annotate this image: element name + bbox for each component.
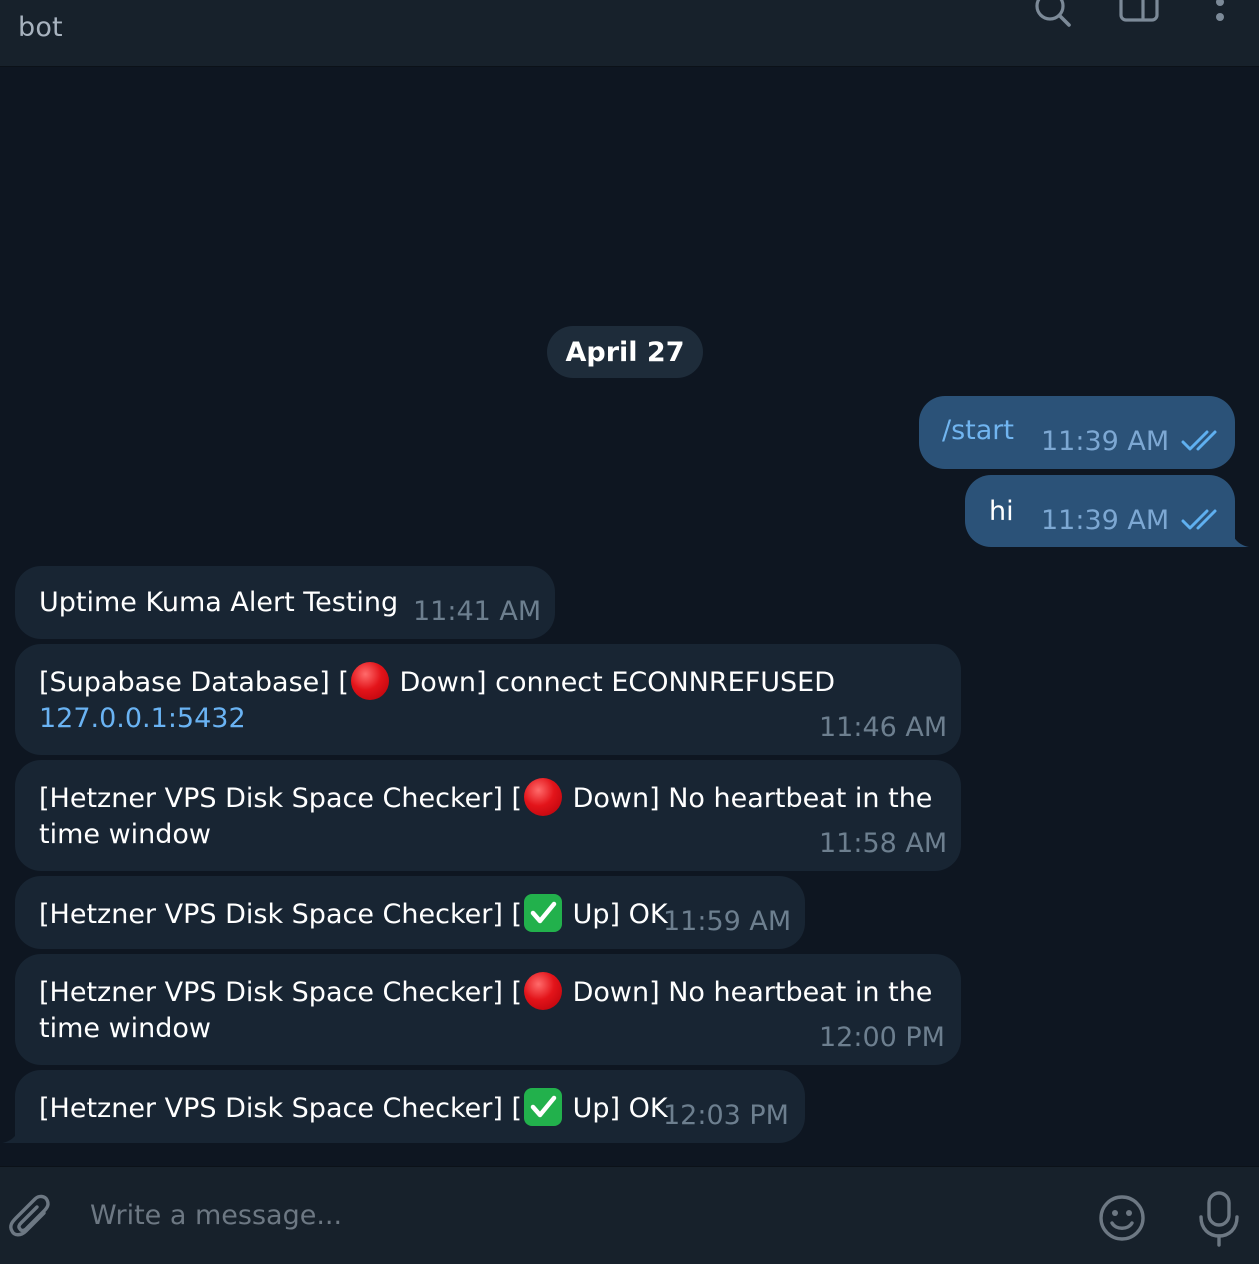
incoming-message[interactable]: [Hetzner VPS Disk Space Checker] [ Up] O… bbox=[15, 876, 805, 949]
incoming-message[interactable]: [Hetzner VPS Disk Space Checker] [ Down]… bbox=[15, 760, 961, 871]
emoji-icon[interactable] bbox=[1097, 1193, 1147, 1243]
message-time: 11:59 AM bbox=[663, 906, 792, 937]
more-vertical-icon[interactable] bbox=[1198, 0, 1242, 32]
chat-title[interactable]: bot bbox=[18, 12, 63, 43]
message-text[interactable]: /start bbox=[942, 412, 1014, 450]
red-circle-icon bbox=[523, 972, 562, 1010]
read-checkmarks-icon bbox=[1181, 430, 1217, 451]
incoming-message[interactable]: Uptime Kuma Alert Testing 11:41 AM bbox=[15, 566, 555, 639]
read-checkmarks-icon bbox=[1181, 509, 1217, 530]
bubble-tail bbox=[2, 1125, 20, 1143]
message-text[interactable]: [Hetzner VPS Disk Space Checker] [ Up] O… bbox=[39, 894, 668, 934]
chat-header: bot bbox=[0, 0, 1259, 67]
message-list[interactable]: April 27 /start 11:39 AM hi 11:39 AM Upt… bbox=[0, 67, 1259, 1165]
message-link[interactable]: 127.0.0.1:5432 bbox=[39, 700, 246, 738]
incoming-message[interactable]: [Hetzner VPS Disk Space Checker] [ Down]… bbox=[15, 954, 961, 1065]
message-time: 11:46 AM bbox=[819, 712, 948, 743]
check-mark-icon bbox=[523, 1088, 562, 1126]
message-time: 12:03 PM bbox=[663, 1100, 789, 1131]
message-text[interactable]: [Hetzner VPS Disk Space Checker] [ Down]… bbox=[39, 972, 932, 1012]
outgoing-message[interactable]: hi 11:39 AM bbox=[965, 475, 1235, 547]
message-time: 11:41 AM bbox=[413, 596, 542, 627]
message-composer bbox=[0, 1166, 1259, 1264]
message-time: 12:00 PM bbox=[819, 1022, 945, 1053]
red-circle-icon bbox=[350, 662, 389, 700]
paperclip-icon[interactable] bbox=[8, 1193, 56, 1243]
message-text-line2[interactable]: time window bbox=[39, 816, 211, 854]
message-time: 11:58 AM bbox=[819, 828, 948, 859]
date-separator: April 27 bbox=[547, 326, 703, 378]
microphone-icon[interactable] bbox=[1196, 1191, 1242, 1247]
incoming-message[interactable]: [Supabase Database] [ Down] connect ECON… bbox=[15, 644, 961, 755]
telegram-chat-window: bot April 27 /start 11:39 AM hi 11:39 AM… bbox=[0, 0, 1259, 1264]
message-text[interactable]: hi bbox=[989, 493, 1014, 531]
message-text[interactable]: [Hetzner VPS Disk Space Checker] [ Up] O… bbox=[39, 1088, 668, 1128]
outgoing-message[interactable]: /start 11:39 AM bbox=[919, 396, 1235, 469]
bubble-tail bbox=[1231, 529, 1249, 547]
check-mark-icon bbox=[523, 894, 562, 932]
incoming-message[interactable]: [Hetzner VPS Disk Space Checker] [ Up] O… bbox=[15, 1070, 805, 1143]
message-text[interactable]: Uptime Kuma Alert Testing bbox=[39, 584, 398, 622]
red-circle-icon bbox=[523, 778, 562, 816]
sidebar-toggle-icon[interactable] bbox=[1118, 0, 1162, 32]
message-text[interactable]: [Hetzner VPS Disk Space Checker] [ Down]… bbox=[39, 778, 932, 818]
message-time: 11:39 AM bbox=[1041, 426, 1170, 457]
search-icon[interactable] bbox=[1030, 0, 1074, 32]
message-input[interactable] bbox=[90, 1191, 1070, 1239]
message-time: 11:39 AM bbox=[1041, 505, 1170, 536]
message-text[interactable]: [Supabase Database] [ Down] connect ECON… bbox=[39, 662, 835, 702]
message-text-line2[interactable]: time window bbox=[39, 1010, 211, 1048]
